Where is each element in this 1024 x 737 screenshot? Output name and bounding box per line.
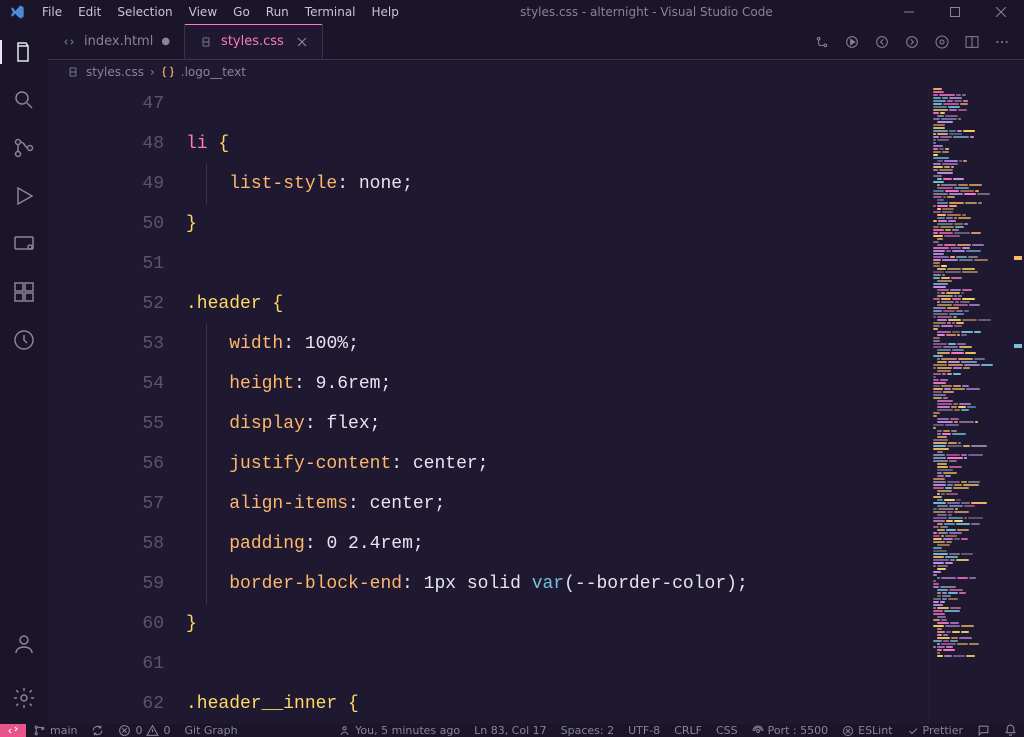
activity-timeline[interactable] xyxy=(0,320,48,360)
activity-run-debug[interactable] xyxy=(0,176,48,216)
compare-changes-icon[interactable] xyxy=(814,34,830,50)
activity-bar xyxy=(0,24,48,724)
line-number-gutter: 47484950515253545556575859606162 xyxy=(48,84,186,724)
editor-area: index.html ● styles.css xyxy=(48,24,1024,724)
window-title: styles.css - alternight - Visual Studio … xyxy=(407,5,886,19)
go-forward-icon[interactable] xyxy=(904,34,920,50)
css-rule-icon xyxy=(161,65,175,79)
code-editor[interactable]: 47484950515253545556575859606162 li { li… xyxy=(48,84,1024,724)
tab-styles-css[interactable]: styles.css xyxy=(185,24,323,59)
live-server-port[interactable]: Port : 5500 xyxy=(745,724,836,737)
tab-label: styles.css xyxy=(221,34,284,49)
notifications-icon[interactable] xyxy=(997,724,1024,737)
menu-edit[interactable]: Edit xyxy=(70,0,109,24)
breadcrumbs[interactable]: styles.css › .logo__text xyxy=(48,60,1024,84)
tab-label: index.html xyxy=(84,34,153,49)
language-mode[interactable]: CSS xyxy=(709,724,745,737)
tab-dirty-indicator: ● xyxy=(161,36,170,47)
menu-view[interactable]: View xyxy=(181,0,225,24)
go-back-icon[interactable] xyxy=(874,34,890,50)
eslint-status[interactable]: ESLint xyxy=(835,724,899,737)
breadcrumb-symbol[interactable]: .logo__text xyxy=(181,65,246,79)
sync-changes[interactable] xyxy=(84,724,111,737)
html-file-icon xyxy=(62,35,76,49)
activity-settings[interactable] xyxy=(0,678,48,718)
tab-close-icon[interactable] xyxy=(296,36,308,48)
eol[interactable]: CRLF xyxy=(667,724,709,737)
more-actions-icon[interactable] xyxy=(994,34,1010,50)
tab-bar: index.html ● styles.css xyxy=(48,24,1024,60)
problems[interactable]: 0 0 xyxy=(111,724,177,737)
css-file-icon xyxy=(66,65,80,79)
preview-icon[interactable] xyxy=(934,34,950,50)
menu-terminal[interactable]: Terminal xyxy=(297,0,364,24)
window-controls xyxy=(886,7,1024,17)
css-file-icon xyxy=(199,35,213,49)
split-editor-icon[interactable] xyxy=(964,34,980,50)
tab-index-html[interactable]: index.html ● xyxy=(48,24,185,59)
git-graph[interactable]: Git Graph xyxy=(177,724,244,737)
feedback-icon[interactable] xyxy=(970,724,997,737)
remote-indicator[interactable] xyxy=(0,724,26,737)
activity-source-control[interactable] xyxy=(0,128,48,168)
minimap[interactable] xyxy=(928,84,1024,724)
menu-go[interactable]: Go xyxy=(225,0,258,24)
run-icon[interactable] xyxy=(844,34,860,50)
activity-extensions[interactable] xyxy=(0,272,48,312)
breadcrumb-file[interactable]: styles.css xyxy=(86,65,144,79)
chevron-right-icon: › xyxy=(150,65,155,79)
menu-run[interactable]: Run xyxy=(258,0,297,24)
editor-actions xyxy=(800,24,1024,59)
prettier-status[interactable]: Prettier xyxy=(900,724,970,737)
cursor-position[interactable]: Ln 83, Col 17 xyxy=(467,724,554,737)
code-content[interactable]: li { list-style: none;}.header { width: … xyxy=(186,84,928,724)
vscode-logo-icon xyxy=(0,4,34,20)
encoding[interactable]: UTF-8 xyxy=(621,724,667,737)
menu-selection[interactable]: Selection xyxy=(109,0,180,24)
activity-accounts[interactable] xyxy=(0,624,48,664)
menu-file[interactable]: File xyxy=(34,0,70,24)
close-button[interactable] xyxy=(978,7,1024,17)
indent-spaces[interactable]: Spaces: 2 xyxy=(554,724,621,737)
menu-help[interactable]: Help xyxy=(364,0,407,24)
minimize-button[interactable] xyxy=(886,7,932,17)
git-blame[interactable]: You, 5 minutes ago xyxy=(331,724,467,737)
status-bar: main 0 0 Git Graph You, 5 minutes ago Ln… xyxy=(0,724,1024,737)
git-branch[interactable]: main xyxy=(26,724,84,737)
activity-explorer[interactable] xyxy=(0,32,48,72)
activity-remote[interactable] xyxy=(0,224,48,264)
menu-bar: File Edit Selection View Go Run Terminal… xyxy=(34,0,407,24)
maximize-button[interactable] xyxy=(932,7,978,17)
titlebar: File Edit Selection View Go Run Terminal… xyxy=(0,0,1024,24)
activity-search[interactable] xyxy=(0,80,48,120)
